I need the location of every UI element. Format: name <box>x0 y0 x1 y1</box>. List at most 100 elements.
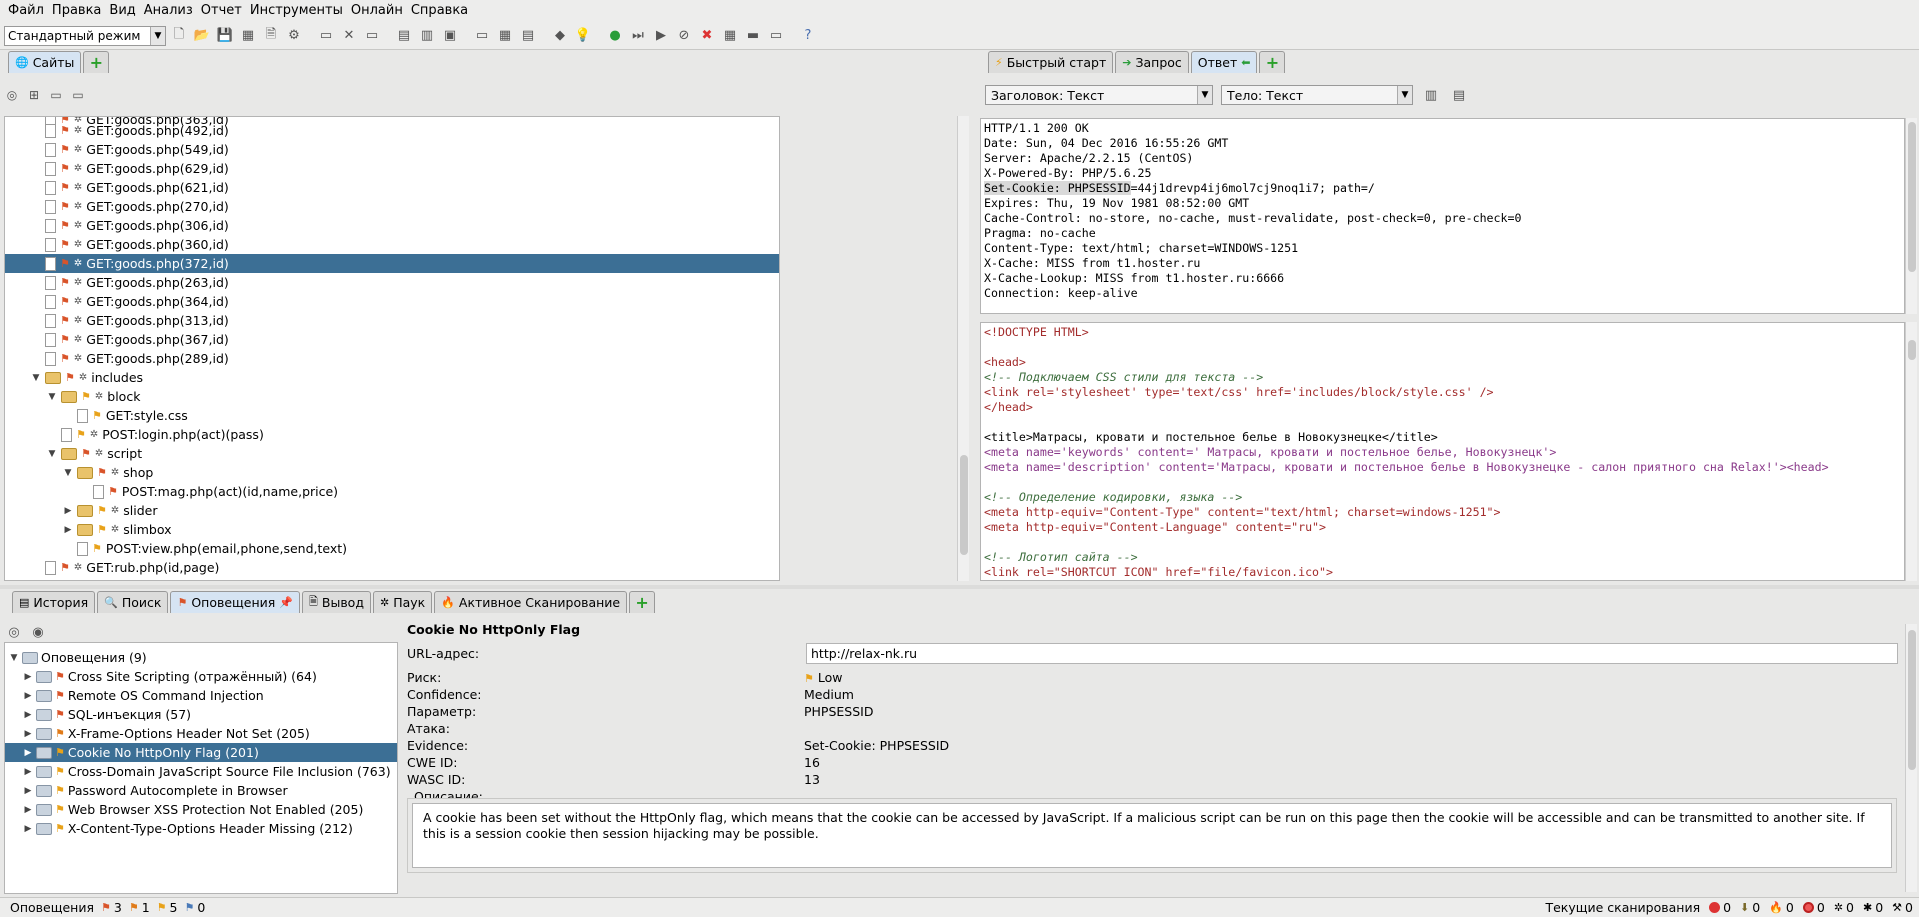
split-horizontal-icon[interactable]: ▤ <box>1449 85 1469 105</box>
layout-4-icon[interactable]: ▭ <box>472 26 492 46</box>
alert-item[interactable]: ▶ ⚑ Cross-Domain JavaScript Source File In… <box>23 762 391 781</box>
add-tab-button[interactable]: + <box>629 591 656 613</box>
tree-row[interactable]: ⚑ ✲ GET:goods.php(492,id) <box>45 121 229 140</box>
layout-3-icon[interactable]: ▣ <box>440 26 460 46</box>
open-session-icon[interactable]: 📂 <box>192 26 212 46</box>
scroll-thumb[interactable] <box>960 455 968 555</box>
step-icon[interactable]: ⏭ <box>628 26 648 46</box>
collapse-icon[interactable]: ▼ <box>47 449 57 459</box>
tab-output[interactable]: 🗎 Вывод <box>302 591 371 613</box>
add-tab-button[interactable]: + <box>1259 51 1286 73</box>
alert-item[interactable]: ▶ ⚑ Web Browser XSS Protection Not Enabled… <box>23 800 364 819</box>
split-vertical-icon[interactable]: ▥ <box>1421 85 1441 105</box>
alert-item[interactable]: ▶ ⚑ X-Content-Type-Options Header Missing … <box>23 819 353 838</box>
shapes-icon[interactable]: ◆ <box>550 26 570 46</box>
scroll-thumb[interactable] <box>1908 630 1916 770</box>
tree-row[interactable]: ⚑ ✲ GET:goods.php(364,id) <box>45 292 229 311</box>
menu-analyse[interactable]: Анализ <box>140 0 197 22</box>
menu-online[interactable]: Онлайн <box>347 0 407 22</box>
tab-alerts[interactable]: ⚑ Оповещения 📌 <box>170 591 301 613</box>
lightbulb-icon[interactable]: 💡 <box>573 26 593 46</box>
scripts-icon[interactable]: ▬ <box>743 26 763 46</box>
expand-icon[interactable]: ▶ <box>63 525 73 535</box>
pin-icon[interactable]: 📌 <box>279 596 293 609</box>
expand-icon[interactable]: ▶ <box>23 767 33 777</box>
menu-view[interactable]: Вид <box>105 0 139 22</box>
tree-row[interactable]: ⚑ POST:mag.php(act)(id,name,price) <box>93 482 338 501</box>
tree-row[interactable]: ⚑ ✲ GET:goods.php(289,id) <box>45 349 229 368</box>
menu-report[interactable]: Отчет <box>197 0 246 22</box>
tree-row[interactable]: ⚑ ✲ GET:goods.php(367,id) <box>45 330 229 349</box>
tree-row[interactable]: ⚑ ✲ GET:goods.php(629,id) <box>45 159 229 178</box>
tree-row[interactable]: ⚑ ✲ POST:login.php(act)(pass) <box>61 425 264 444</box>
break-on-icon[interactable]: ● <box>605 26 625 46</box>
tree-row-selected[interactable]: ⚑ ✲ GET:goods.php(372,id) <box>5 254 779 273</box>
add-tab-button[interactable]: + <box>83 51 110 73</box>
response-header-text[interactable]: HTTP/1.1 200 OK Date: Sun, 04 Dec 2016 1… <box>980 118 1905 314</box>
tab-history[interactable]: ▤ История <box>12 591 96 613</box>
continue-icon[interactable]: ▶ <box>651 26 671 46</box>
tab-sites[interactable]: 🌐 Сайты <box>8 51 82 73</box>
context-2-icon[interactable]: ▭ <box>70 87 86 103</box>
mode-select[interactable]: Стандартный режим ▼ <box>4 25 166 46</box>
tree-row[interactable]: ⚑ ✲ GET:goods.php(549,id) <box>45 140 229 159</box>
collapse-icon[interactable]: ▼ <box>47 392 57 402</box>
alert-item[interactable]: ▶ ⚑ Remote OS Command Injection <box>23 686 264 705</box>
tab-active-scan[interactable]: 🔥 Активное Сканирование <box>434 591 628 613</box>
expand-icon[interactable]: ▶ <box>23 691 33 701</box>
fuzzer-icon[interactable]: ▦ <box>720 26 740 46</box>
body-view-select[interactable]: Тело: Текст ▼ <box>1221 85 1413 105</box>
tree-row[interactable]: ⚑ POST:view.php(email,phone,send,text) <box>77 539 347 558</box>
tree-folder[interactable]: ▼ ⚑ ✲ shop <box>63 463 154 482</box>
tab-request[interactable]: ➔ Запрос <box>1115 51 1189 73</box>
new-context-icon[interactable]: ⊞ <box>26 87 42 103</box>
tab-search[interactable]: 🔍 Поиск <box>97 591 169 613</box>
tab-spider[interactable]: ✲ Паук <box>372 591 433 613</box>
tree-row[interactable]: ⚑ ✲ GET:goods.php(621,id) <box>45 178 229 197</box>
options-gear-icon[interactable]: ⚙ <box>284 26 304 46</box>
cancel-breakpoints-icon[interactable]: ✖ <box>697 26 717 46</box>
menu-help[interactable]: Справка <box>407 0 472 22</box>
tree-row[interactable]: ⚑ ✲ GET:goods.php(270,id) <box>45 197 229 216</box>
description-text[interactable]: A cookie has been set without the HttpOn… <box>412 803 1892 868</box>
layout-2-icon[interactable]: ▥ <box>417 26 437 46</box>
alert-item[interactable]: ▶ ⚑ Password Autocomplete in Browser <box>23 781 288 800</box>
alert-item[interactable]: ▶ ⚑ Cross Site Scripting (отражённый) (64) <box>23 667 317 686</box>
menu-tools[interactable]: Инструменты <box>246 0 347 22</box>
delete-icon[interactable]: ✕ <box>339 26 359 46</box>
tree-folder[interactable]: ▼ ⚑ ✲ script <box>47 444 143 463</box>
scroll-thumb[interactable] <box>1908 340 1916 360</box>
new-session-icon[interactable]: 🗋 <box>169 26 189 46</box>
url-field[interactable]: http://relax-nk.ru <box>806 643 1898 664</box>
panel-divider[interactable] <box>0 585 1919 589</box>
manage-addons-icon[interactable]: ▭ <box>316 26 336 46</box>
save-session-icon[interactable]: 💾 <box>215 26 235 46</box>
layout-6-icon[interactable]: ▤ <box>518 26 538 46</box>
tree-row[interactable]: ⚑ ✲ GET:goods.php(360,id) <box>45 235 229 254</box>
show-tab-icon[interactable]: ▭ <box>362 26 382 46</box>
circle-icon[interactable]: ◎ <box>4 87 20 103</box>
tab-response[interactable]: Ответ ⬅ <box>1190 51 1258 73</box>
alerts-root[interactable]: ▼ Оповещения (9) <box>9 648 147 667</box>
snapshot-icon[interactable]: ▦ <box>238 26 258 46</box>
sites-scrollbar[interactable] <box>957 116 969 581</box>
tree-row[interactable]: ⚑ ✲ GET:goods.php(313,id) <box>45 311 229 330</box>
expand-icon[interactable]: ▶ <box>23 729 33 739</box>
expand-icon[interactable]: ▶ <box>23 748 33 758</box>
tab-quick-start[interactable]: ⚡ Быстрый старт <box>988 51 1114 73</box>
tree-folder[interactable]: ▶ ⚑ ✲ slimbox <box>63 520 172 539</box>
delete-all-icon[interactable]: ◉ <box>30 624 46 640</box>
alert-item[interactable]: ▶ ⚑ X-Frame-Options Header Not Set (205) <box>23 724 310 743</box>
menu-file[interactable]: Файл <box>4 0 48 22</box>
menu-edit[interactable]: Правка <box>48 0 105 22</box>
tree-folder[interactable]: ▼ ⚑ ✲ includes <box>31 368 144 387</box>
expand-icon[interactable]: ▶ <box>23 710 33 720</box>
tree-row[interactable]: ⚑ ✲ GET:goods.php(263,id) <box>45 273 229 292</box>
expand-icon[interactable]: ▶ <box>23 786 33 796</box>
alert-item-selected[interactable]: ▶ ⚑ Cookie No HttpOnly Flag (201) <box>5 743 397 762</box>
collapse-icon[interactable]: ▼ <box>31 373 41 383</box>
circle-icon[interactable]: ◎ <box>6 624 22 640</box>
expand-icon[interactable]: ▶ <box>23 805 33 815</box>
scroll-thumb[interactable] <box>1908 122 1916 272</box>
response-body-text[interactable]: <!DOCTYPE HTML> <head> <!-- Подключаем C… <box>980 322 1905 581</box>
